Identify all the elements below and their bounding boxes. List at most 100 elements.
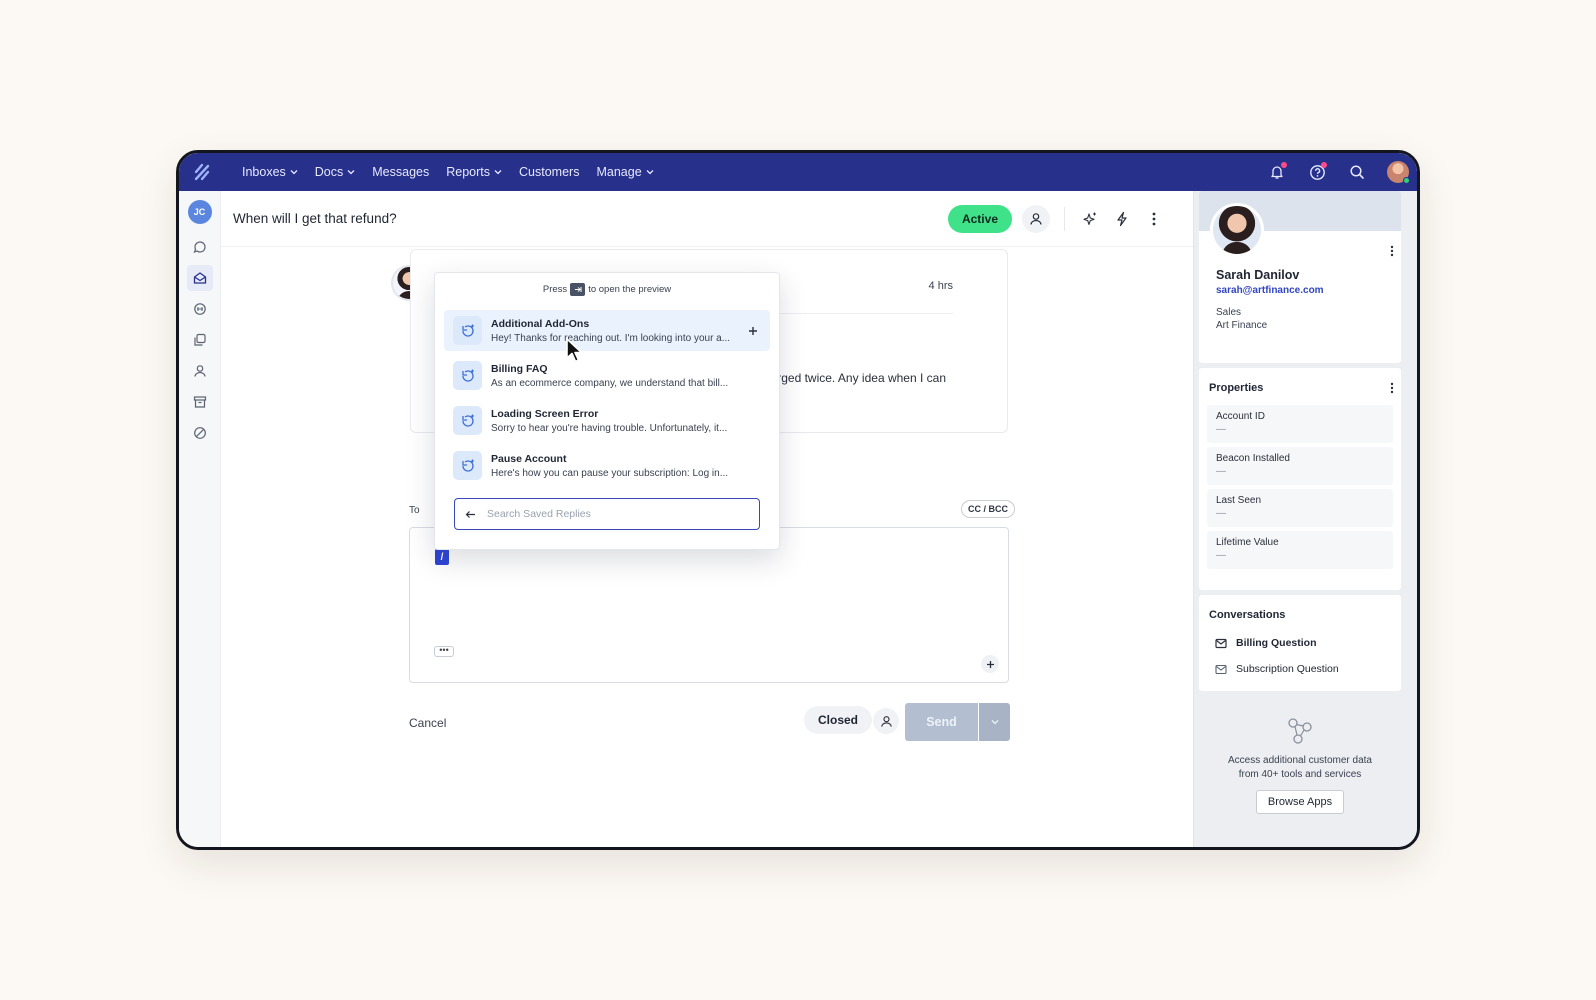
send-options-button[interactable] — [979, 703, 1010, 741]
conversation-link-billing[interactable]: Billing Question — [1215, 637, 1317, 649]
mail-open-icon — [1215, 638, 1227, 648]
header-actions: Active — [947, 191, 1165, 247]
header-divider — [1064, 207, 1065, 231]
property-label: Lifetime Value — [1216, 537, 1279, 548]
message-body: charged twice. Any idea when I can — [757, 371, 946, 385]
property-last-seen[interactable]: Last Seen — — [1207, 489, 1393, 527]
ai-sparkle-icon[interactable] — [1079, 208, 1101, 230]
customer-name: Sarah Danilov — [1216, 268, 1300, 282]
saved-reply-title: Loading Screen Error — [491, 407, 599, 420]
nav-customers[interactable]: Customers — [519, 165, 579, 179]
send-button[interactable]: Send — [905, 703, 978, 741]
property-label: Beacon Installed — [1216, 453, 1290, 464]
conversation-title: When will I get that refund? — [233, 211, 397, 226]
more-options-icon[interactable] — [1143, 208, 1165, 230]
spam-icon[interactable] — [187, 420, 213, 446]
property-value: — — [1216, 466, 1226, 477]
browse-apps-button[interactable]: Browse Apps — [1255, 790, 1345, 814]
conversation-link-label: Subscription Question — [1236, 663, 1339, 675]
property-value: — — [1216, 550, 1226, 561]
status-closed-button[interactable]: Closed — [804, 706, 873, 734]
chat-icon[interactable] — [187, 234, 213, 260]
hint-suffix: to open the preview — [588, 284, 672, 295]
saved-reply-icon — [453, 451, 482, 480]
status-active-button[interactable]: Active — [947, 205, 1012, 233]
saved-reply-item[interactable]: Billing FAQ As an ecommerce company, we … — [444, 355, 770, 396]
property-beacon-installed[interactable]: Beacon Installed — — [1207, 447, 1393, 485]
to-label: To — [409, 505, 420, 516]
saved-replies-search-input[interactable] — [487, 508, 747, 520]
reply-editor[interactable]: / ••• — [409, 527, 1009, 683]
customer-sidebar: Sarah Danilov sarah@artfinance.com Sales… — [1193, 191, 1417, 847]
top-navigation: Inboxes Docs Messages Reports Customers … — [179, 153, 1417, 191]
nav-reports-label: Reports — [446, 165, 491, 179]
insert-reply-plus-icon[interactable] — [748, 323, 758, 341]
customer-company: Art Finance — [1216, 320, 1268, 331]
properties-card: Properties Account ID — Beacon Installed… — [1199, 368, 1401, 590]
properties-more-icon[interactable] — [1385, 381, 1399, 395]
nav-inboxes-label: Inboxes — [242, 165, 286, 179]
saved-reply-snippet: Here's how you can pause your subscripti… — [491, 467, 729, 479]
help-icon[interactable] — [1307, 162, 1327, 182]
saved-reply-title: Additional Add-Ons — [491, 317, 590, 330]
saved-reply-snippet: Sorry to hear you're having trouble. Unf… — [491, 422, 728, 434]
nav-reports[interactable]: Reports — [446, 165, 502, 179]
nav-manage[interactable]: Manage — [596, 165, 654, 179]
assignee-button[interactable] — [1022, 205, 1050, 233]
property-label: Last Seen — [1216, 495, 1262, 506]
user-avatar[interactable] — [1387, 161, 1410, 184]
helpscout-logo-icon[interactable] — [179, 153, 225, 191]
chevron-down-icon — [646, 165, 654, 179]
copy-icon[interactable] — [187, 327, 213, 353]
archive-icon[interactable] — [187, 389, 213, 415]
apps-text-line2: from 40+ tools and services — [1238, 769, 1362, 780]
nav-docs-label: Docs — [314, 165, 344, 179]
person-icon[interactable] — [187, 358, 213, 384]
bell-icon[interactable] — [1267, 162, 1287, 182]
customer-avatar — [1210, 203, 1264, 257]
chevron-down-icon — [290, 165, 298, 179]
slash-command-chip: / — [435, 549, 449, 565]
customer-profile-card: Sarah Danilov sarah@artfinance.com Sales… — [1199, 191, 1401, 363]
nav-customers-label: Customers — [519, 165, 580, 179]
property-account-id[interactable]: Account ID — — [1207, 405, 1393, 443]
customer-email[interactable]: sarah@artfinance.com — [1216, 285, 1324, 296]
properties-title: Properties — [1209, 382, 1264, 394]
add-attachment-button[interactable] — [981, 655, 999, 673]
nav-docs[interactable]: Docs — [315, 165, 355, 179]
workflow-bolt-icon[interactable] — [1111, 208, 1133, 230]
saved-reply-icon — [453, 316, 482, 345]
search-icon[interactable] — [1347, 162, 1367, 182]
plus-icon — [986, 660, 994, 668]
conversation-link-subscription[interactable]: Subscription Question — [1215, 663, 1339, 675]
message-time: 4 hrs — [928, 280, 953, 292]
inbox-icon[interactable] — [186, 265, 213, 291]
saved-reply-item[interactable]: Additional Add-Ons Hey! Thanks for reach… — [444, 310, 770, 351]
saved-replies-search[interactable] — [454, 498, 760, 530]
saved-reply-item[interactable]: Loading Screen Error Sorry to hear you'r… — [444, 400, 770, 441]
assign-user-button[interactable] — [873, 708, 899, 734]
handshake-icon[interactable] — [187, 296, 213, 322]
saved-reply-snippet: Hey! Thanks for reaching out. I'm lookin… — [491, 332, 731, 344]
rail-user-avatar[interactable]: JC — [187, 200, 212, 224]
arrow-left-icon[interactable] — [465, 510, 479, 519]
property-value: — — [1216, 424, 1226, 435]
nav-inboxes[interactable]: Inboxes — [242, 165, 298, 179]
notification-dot — [1281, 162, 1287, 168]
online-status-dot — [1403, 177, 1410, 184]
preview-hint: Press to open the preview — [435, 283, 779, 296]
customer-department: Sales — [1216, 307, 1242, 318]
saved-reply-title: Pause Account — [491, 452, 567, 465]
nav-messages[interactable]: Messages — [372, 165, 429, 179]
chevron-down-icon — [347, 165, 355, 179]
saved-reply-item[interactable]: Pause Account Here's how you can pause y… — [444, 445, 770, 486]
more-formatting-button[interactable]: ••• — [434, 646, 454, 657]
cc-bcc-button[interactable]: CC / BCC — [961, 500, 1015, 518]
saved-reply-title: Billing FAQ — [491, 362, 548, 375]
person-icon — [1030, 213, 1042, 225]
cancel-button[interactable]: Cancel — [409, 716, 446, 730]
saved-reply-snippet: As an ecommerce company, we understand t… — [491, 377, 729, 389]
property-lifetime-value[interactable]: Lifetime Value — — [1207, 531, 1393, 569]
profile-more-icon[interactable] — [1385, 244, 1399, 258]
mail-icon — [1215, 664, 1227, 674]
